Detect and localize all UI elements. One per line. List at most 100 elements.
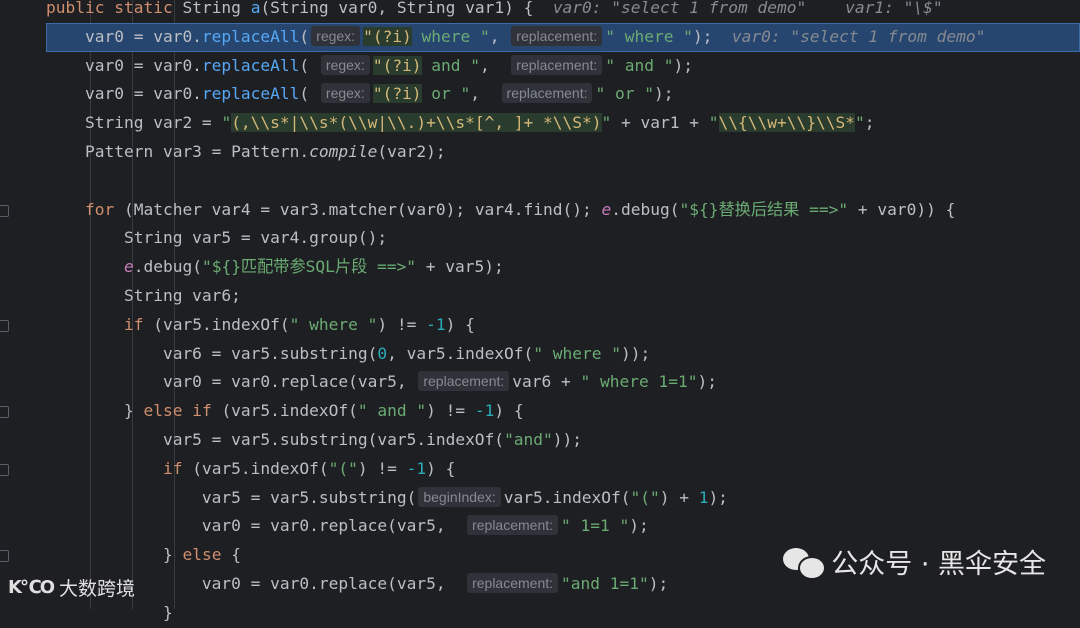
- parameter-hint: replacement:: [511, 54, 603, 75]
- code-token: Pattern var3 = Pattern.: [46, 142, 310, 161]
- code-token: ) {: [494, 401, 524, 421]
- fold-marker-icon[interactable]: [0, 204, 9, 217]
- code-token: ": [601, 113, 612, 133]
- corner-logo: K℃O 大数跨境: [8, 574, 135, 601]
- code-token: -1: [406, 458, 427, 478]
- code-token: var6 = var5.substring(: [46, 343, 378, 363]
- code-line[interactable]: var5 = var5.substring(beginIndex: var5.in…: [46, 484, 1080, 513]
- code-line[interactable]: var0 = var0.replaceAll( regex: "(?i) and …: [46, 52, 1080, 81]
- code-token: var0 = var0.: [46, 55, 202, 75]
- parameter-hint: replacement:: [418, 371, 510, 392]
- parameter-hint: replacement:: [501, 83, 593, 104]
- code-token: );: [673, 55, 693, 75]
- code-token: , var5.indexOf(: [387, 343, 534, 363]
- code-line[interactable]: String var6;: [46, 282, 1080, 311]
- code-token: ) !=: [426, 401, 475, 421]
- fold-marker-icon[interactable]: [0, 463, 9, 476]
- code-token: String var5 = var4.group();: [46, 228, 388, 248]
- code-token: else: [182, 545, 232, 565]
- code-token: String var6;: [46, 286, 241, 305]
- code-token: " where 1=1": [580, 372, 698, 392]
- code-token: ) !=: [377, 314, 427, 334]
- code-token: ": [854, 113, 865, 133]
- code-token: );: [653, 84, 674, 104]
- code-token: + var1 +: [611, 113, 709, 133]
- code-line[interactable]: [46, 167, 1080, 196]
- wechat-icon: [783, 545, 827, 580]
- code-token: if: [123, 314, 154, 334]
- code-token: else if: [143, 401, 222, 421]
- code-line[interactable]: var0 = var0.replace(var5, replacement: " …: [46, 512, 1080, 541]
- code-token: var6 +: [512, 372, 581, 392]
- code-line[interactable]: var0 = var0.replaceAll( regex: "(?i) or "…: [46, 80, 1080, 109]
- code-token: " and ": [357, 401, 427, 421]
- code-token: var5.indexOf(: [503, 487, 631, 507]
- code-token: ,: [489, 26, 510, 46]
- code-token: (: [299, 84, 319, 104]
- code-token: ) !=: [357, 458, 407, 478]
- code-token: where ": [411, 26, 490, 46]
- code-token: var0 = var0.replace(var5,: [46, 516, 466, 536]
- code-token: e: [601, 199, 612, 219]
- fold-marker-icon[interactable]: [0, 319, 9, 332]
- code-token: }: [46, 602, 173, 622]
- parameter-hint: regex:: [311, 25, 361, 46]
- code-token: (,\\s*|\\s*(\\w|\\.)+\\s*[^, ]+ *\\S*): [231, 113, 602, 133]
- code-token: );: [648, 574, 669, 593]
- code-line[interactable]: Pattern var3 = Pattern.compile(var2);: [46, 138, 1080, 167]
- code-line[interactable]: var0 = var0.replace(var5, replacement: va…: [46, 368, 1080, 397]
- code-token: );: [708, 487, 728, 507]
- code-line[interactable]: }: [46, 599, 1080, 628]
- parameter-hint: regex:: [320, 54, 370, 75]
- code-line-current[interactable]: var0 = var0.replaceAll(regex: "(?i) where…: [46, 22, 1080, 52]
- code-token: and ": [421, 55, 481, 75]
- parameter-hint: beginIndex:: [418, 486, 501, 507]
- code-token: public static: [46, 0, 183, 17]
- code-token: {: [231, 545, 241, 565]
- code-token: ": [708, 113, 719, 133]
- code-token: var5 = var5.substring(var5.indexOf(: [46, 430, 505, 449]
- code-token: replaceAll: [201, 84, 300, 104]
- code-token: "${}替换后结果 ==>": [679, 199, 849, 219]
- code-line[interactable]: e.debug("${}匹配带参SQL片段 ==>" + var5);: [46, 253, 1080, 282]
- code-line[interactable]: String var2 = "(,\\s*|\\s*(\\w|\\.)+\\s*…: [46, 109, 1080, 138]
- code-token: }: [46, 401, 144, 421]
- code-line[interactable]: public static String a(String var0, Stri…: [46, 0, 1080, 23]
- fold-marker-icon[interactable]: [0, 550, 9, 563]
- code-line[interactable]: } else if (var5.indexOf(" and ") != -1) …: [46, 397, 1080, 426]
- code-token: ": [221, 113, 232, 133]
- code-token: -1: [474, 401, 495, 421]
- code-token: (var5.indexOf(: [221, 401, 358, 421]
- code-line[interactable]: for (Matcher var4 = var3.matcher(var0); …: [46, 196, 1080, 225]
- code-editor[interactable]: public static String a(String var0, Stri…: [46, 0, 1080, 622]
- code-line[interactable]: String var5 = var4.group();: [46, 224, 1080, 253]
- code-token: replaceAll: [201, 26, 300, 46]
- code-token: a: [250, 0, 261, 17]
- code-token: (var5.indexOf(: [153, 314, 290, 334]
- code-token: );: [629, 516, 649, 536]
- code-line[interactable]: if (var5.indexOf("(") != -1) {: [46, 455, 1080, 484]
- code-token: ) {: [426, 458, 456, 478]
- parameter-hint: regex:: [320, 83, 370, 104]
- code-token: "(?i): [372, 84, 422, 104]
- code-line[interactable]: if (var5.indexOf(" where ") != -1) {: [46, 311, 1080, 340]
- code-token: "(?i): [363, 26, 412, 46]
- code-line[interactable]: var6 = var5.substring(0, var5.indexOf(" …: [46, 340, 1080, 369]
- fold-marker-icon[interactable]: [0, 406, 9, 419]
- code-token: ,: [480, 55, 510, 75]
- code-token: "and": [504, 430, 553, 449]
- code-token: compile: [309, 142, 378, 161]
- code-token: ) {: [445, 314, 475, 334]
- code-token: "(": [328, 458, 358, 478]
- code-line[interactable]: var5 = var5.substring(var5.indexOf("and"…: [46, 426, 1080, 455]
- editor-gutter: [0, 0, 46, 609]
- code-token: .debug(: [133, 257, 202, 277]
- code-token: var0 = var0.replace(var5,: [46, 372, 417, 392]
- code-token: (Matcher var4 = var3.matcher(var0); var4…: [123, 199, 602, 219]
- code-token: ));: [552, 430, 583, 449]
- code-token: var5 = var5.substring(: [46, 487, 417, 507]
- logo-text: 大数跨境: [59, 578, 136, 600]
